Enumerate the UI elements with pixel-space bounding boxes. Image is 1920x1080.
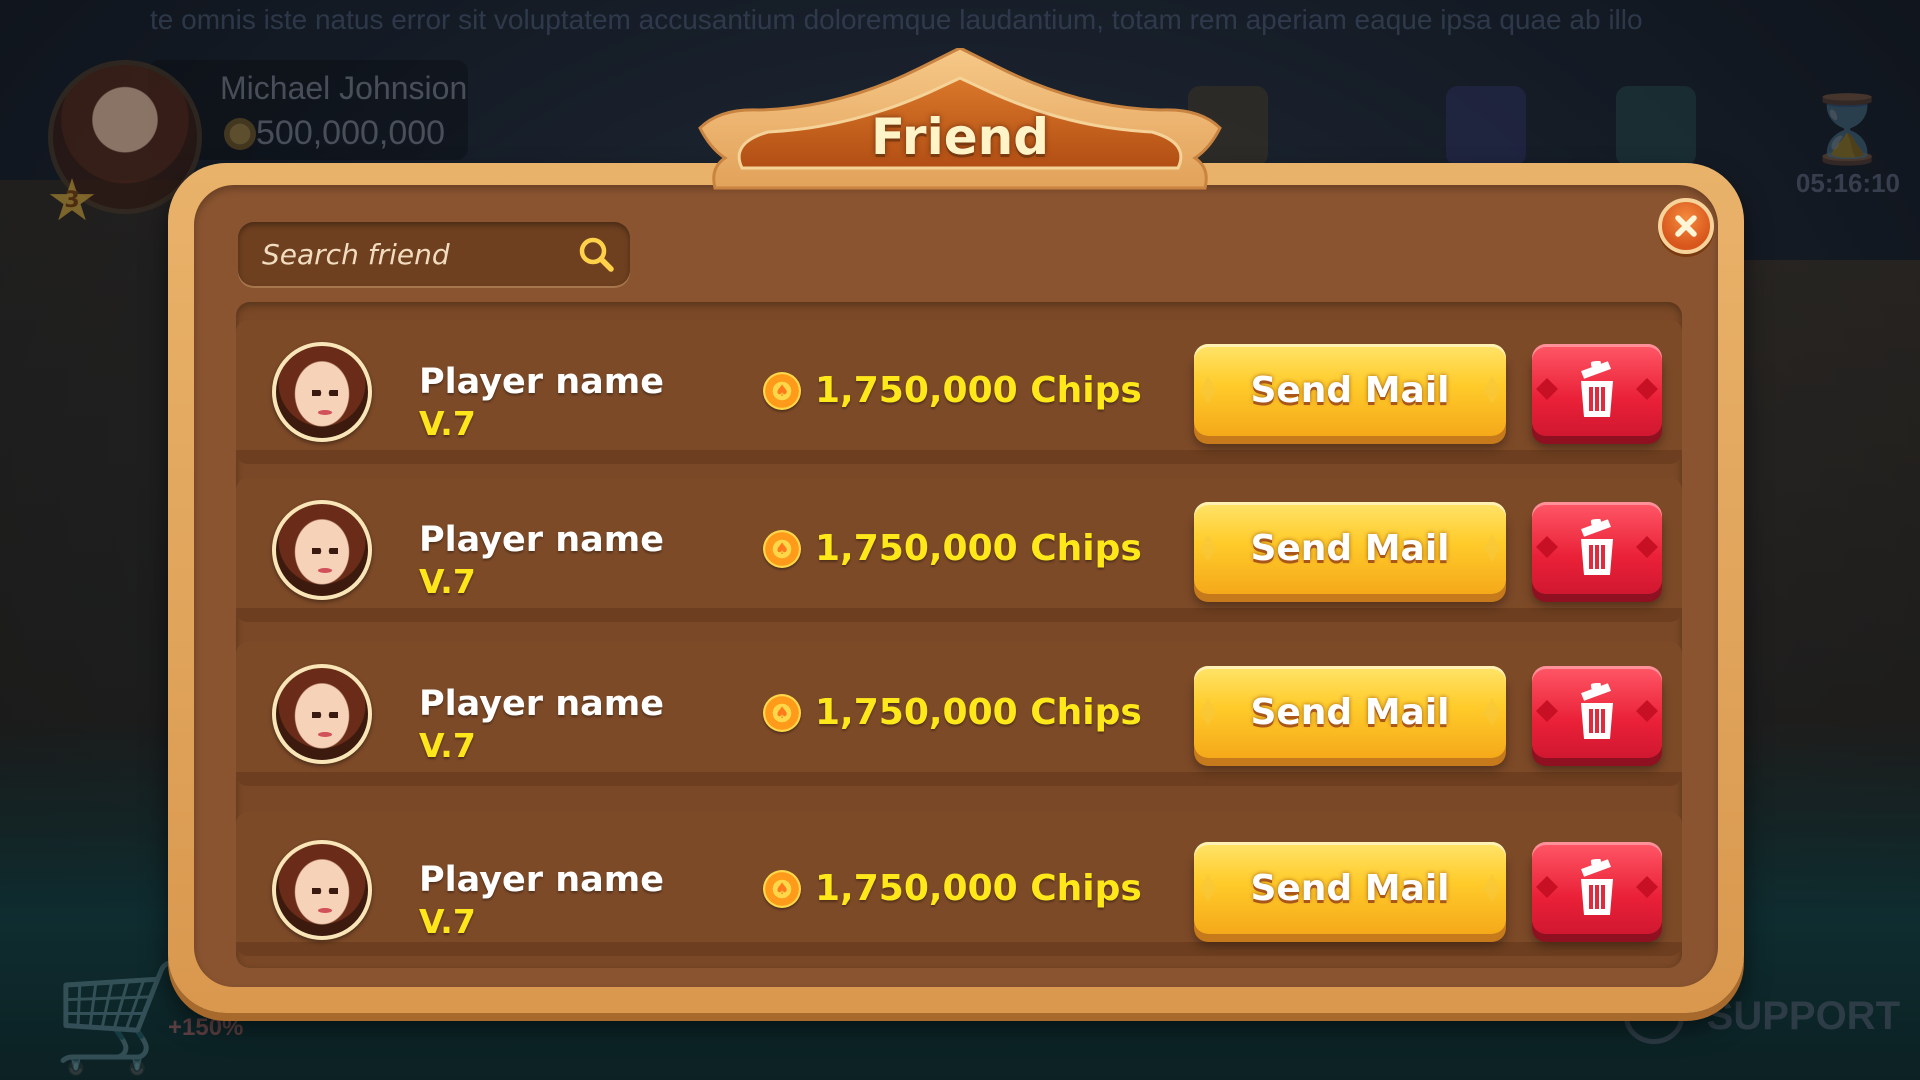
friend-vip-level: V.7	[419, 404, 476, 443]
trash-icon	[1581, 859, 1613, 915]
send-mail-button[interactable]: Send Mail	[1194, 344, 1506, 436]
trash-icon	[1581, 683, 1613, 739]
row-divider	[236, 772, 1682, 786]
trash-icon	[1581, 361, 1613, 417]
friend-vip-level: V.7	[419, 726, 476, 765]
button-ornament	[1636, 700, 1658, 722]
friend-name: Player name	[419, 520, 664, 560]
send-mail-label: Send Mail	[1250, 527, 1450, 569]
friend-chips: 1,750,000 Chips	[815, 692, 1142, 733]
button-ornament	[1484, 376, 1500, 404]
friend-vip-level: V.7	[419, 562, 476, 601]
avatar-eyes	[312, 548, 338, 554]
friend-row: Player name V.7 ♠ 1,750,000 Chips Send M…	[236, 642, 1682, 786]
button-ornament	[1484, 874, 1500, 902]
send-mail-button[interactable]: Send Mail	[1194, 842, 1506, 934]
friend-chips: 1,750,000 Chips	[815, 868, 1142, 909]
avatar-lips	[318, 908, 332, 913]
close-icon	[1675, 215, 1697, 237]
button-ornament	[1200, 376, 1216, 404]
friend-row: Player name V.7 ♠ 1,750,000 Chips Send M…	[236, 320, 1682, 464]
friend-name: Player name	[419, 362, 664, 402]
button-ornament	[1636, 378, 1658, 400]
send-mail-label: Send Mail	[1250, 369, 1450, 411]
close-button[interactable]	[1658, 198, 1714, 254]
delete-friend-button[interactable]	[1532, 666, 1662, 758]
button-ornament	[1200, 874, 1216, 902]
friend-vip-level: V.7	[419, 902, 476, 941]
friend-name: Player name	[419, 860, 664, 900]
friend-avatar[interactable]	[272, 500, 372, 600]
search-input[interactable]	[262, 222, 562, 286]
row-divider	[236, 608, 1682, 622]
button-ornament	[1636, 536, 1658, 558]
dialog-title-plate: Friend	[690, 48, 1230, 192]
friend-avatar[interactable]	[272, 342, 372, 442]
button-ornament	[1484, 698, 1500, 726]
dialog-title: Friend	[870, 108, 1050, 166]
chip-icon: ♠	[763, 372, 801, 410]
delete-friend-button[interactable]	[1532, 842, 1662, 934]
friend-avatar[interactable]	[272, 664, 372, 764]
send-mail-button[interactable]: Send Mail	[1194, 666, 1506, 758]
chip-icon: ♠	[763, 530, 801, 568]
button-ornament	[1536, 536, 1558, 558]
button-ornament	[1536, 876, 1558, 898]
button-ornament	[1636, 876, 1658, 898]
delete-friend-button[interactable]	[1532, 502, 1662, 594]
chip-icon: ♠	[763, 694, 801, 732]
button-ornament	[1536, 700, 1558, 722]
friend-row: Player name V.7 ♠ 1,750,000 Chips Send M…	[236, 812, 1682, 956]
button-ornament	[1536, 378, 1558, 400]
send-mail-label: Send Mail	[1250, 691, 1450, 733]
delete-friend-button[interactable]	[1532, 344, 1662, 436]
search-icon[interactable]	[576, 234, 616, 274]
friend-chips: 1,750,000 Chips	[815, 370, 1142, 411]
friend-chips: 1,750,000 Chips	[815, 528, 1142, 569]
button-ornament	[1484, 534, 1500, 562]
avatar-lips	[318, 568, 332, 573]
friend-row: Player name V.7 ♠ 1,750,000 Chips Send M…	[236, 478, 1682, 622]
friend-avatar[interactable]	[272, 840, 372, 940]
search-box[interactable]	[238, 222, 630, 286]
avatar-eyes	[312, 888, 338, 894]
row-divider	[236, 450, 1682, 464]
send-mail-button[interactable]: Send Mail	[1194, 502, 1506, 594]
friend-name: Player name	[419, 684, 664, 724]
avatar-lips	[318, 410, 332, 415]
button-ornament	[1200, 534, 1216, 562]
trash-icon	[1581, 519, 1613, 575]
avatar-eyes	[312, 390, 338, 396]
friend-list[interactable]: Player name V.7 ♠ 1,750,000 Chips Send M…	[236, 302, 1682, 968]
send-mail-label: Send Mail	[1250, 867, 1450, 909]
row-divider	[236, 942, 1682, 956]
chip-icon: ♠	[763, 870, 801, 908]
button-ornament	[1200, 698, 1216, 726]
avatar-lips	[318, 732, 332, 737]
avatar-eyes	[312, 712, 338, 718]
